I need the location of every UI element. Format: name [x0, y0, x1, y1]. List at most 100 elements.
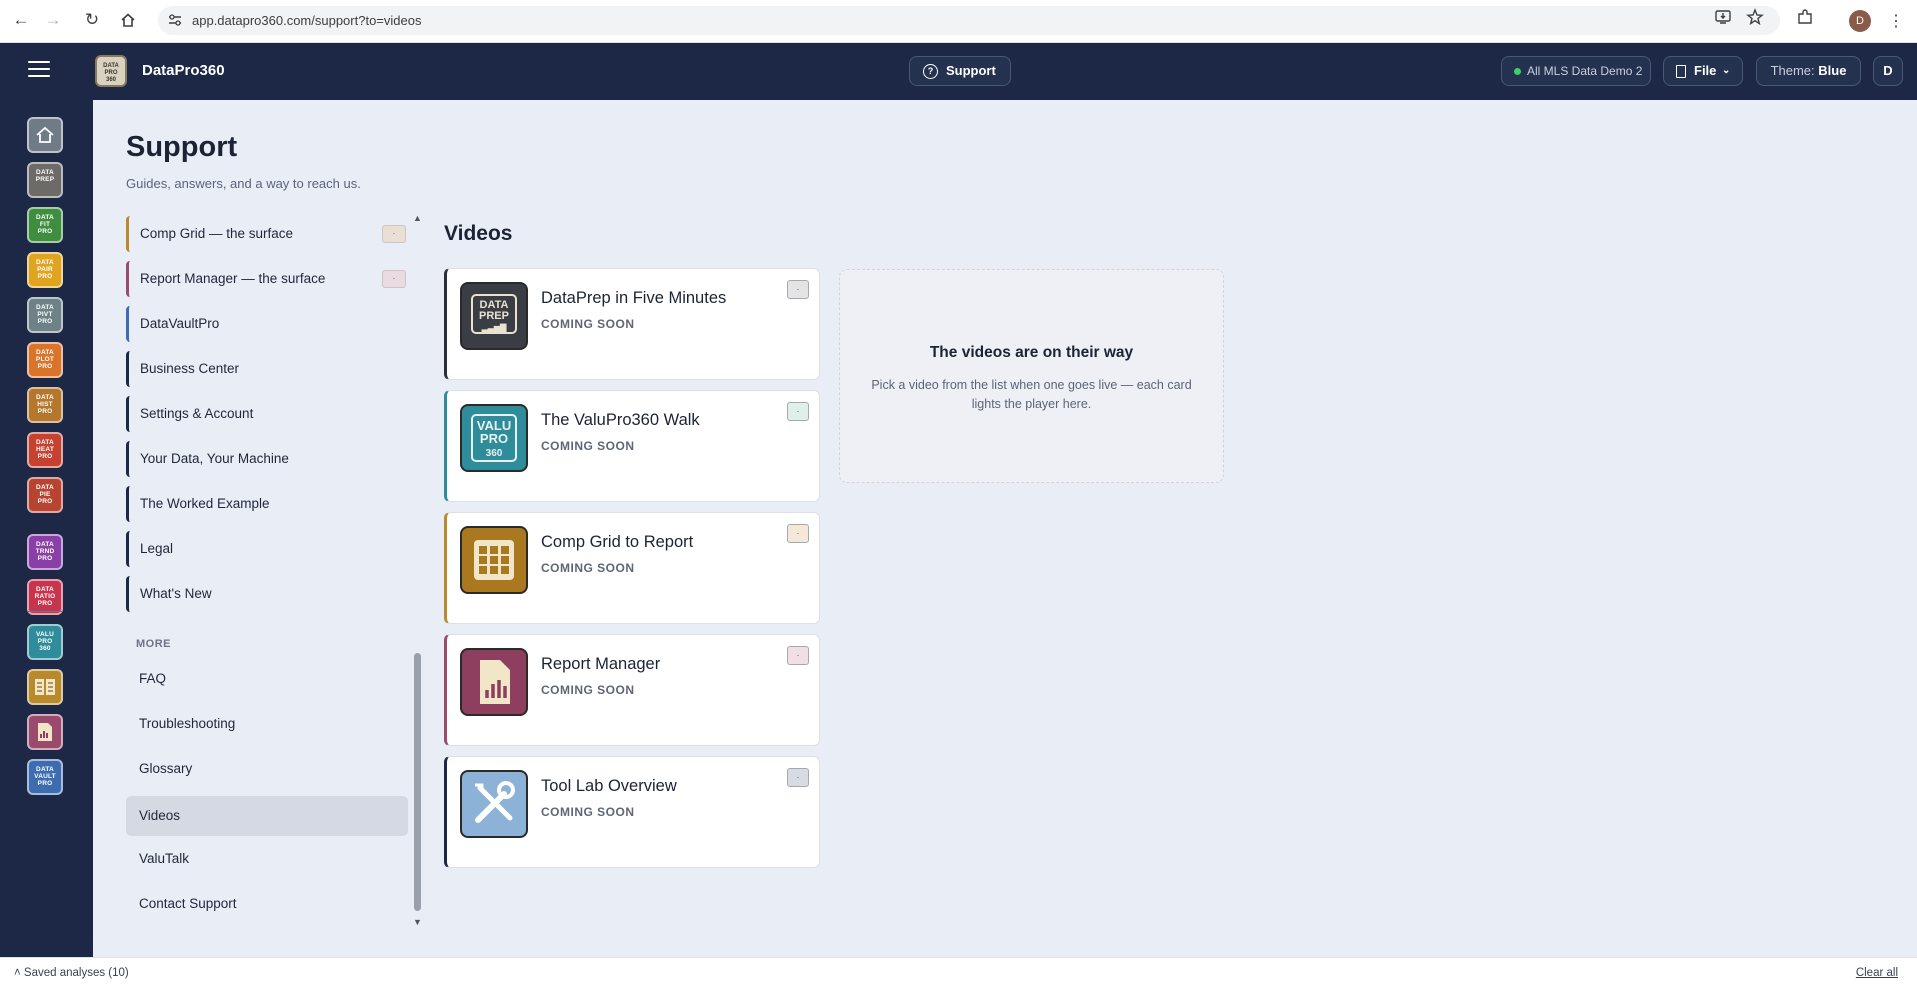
support-button[interactable]: ? Support	[909, 56, 1011, 86]
video-card[interactable]: Report Manager COMING SOON ·	[444, 634, 820, 746]
rail-tool-dataratio[interactable]: DATA RATIO PRO	[27, 579, 63, 615]
toc-item[interactable]: Settings & Account	[126, 396, 408, 432]
toc-item-label: What's New	[140, 586, 212, 601]
rail-tool-datapie[interactable]: DATA PIE PRO	[27, 477, 63, 513]
rail-tool-datatrnd[interactable]: DATA TRND PRO	[27, 534, 63, 570]
toc-more-item-valutalk[interactable]: ValuTalk	[126, 841, 408, 877]
dataset-selector[interactable]: All MLS Data Demo 2	[1501, 56, 1651, 86]
extensions-icon[interactable]	[1796, 8, 1814, 26]
file-label: File	[1694, 63, 1717, 78]
video-card-badge[interactable]: ·	[787, 402, 809, 421]
scroll-down-arrow-icon[interactable]: ▼	[413, 917, 422, 927]
rail-tool-datafit[interactable]: DATA FIT PRO	[27, 207, 63, 243]
rail-tool-datavault[interactable]: DATA VAULT PRO	[27, 759, 63, 795]
video-thumbnail	[460, 648, 528, 716]
toc-item[interactable]: What's New	[126, 576, 408, 612]
video-title: Report Manager	[541, 655, 661, 673]
scrollbar-thumb[interactable]	[414, 653, 421, 911]
video-card[interactable]: Tool Lab Overview COMING SOON ·	[444, 756, 820, 868]
toc-item-label: Comp Grid — the surface	[140, 226, 294, 241]
video-card[interactable]: VALU PRO 360 The ValuPro360 Walk COMING SOON…	[444, 390, 820, 502]
toc-item-label: Business Center	[140, 361, 240, 376]
videos-heading: Videos	[444, 222, 513, 245]
hamburger-menu-icon[interactable]	[28, 61, 50, 81]
site-settings-icon[interactable]	[168, 13, 182, 27]
app-header: DATA PRO 360 DataPro360 ? Support All MLS …	[0, 43, 1917, 100]
toc-more-item-faq[interactable]: FAQ	[126, 661, 408, 697]
toc-item[interactable]: Business Center	[126, 351, 408, 387]
saved-analyses-label: Saved analyses (10)	[23, 967, 129, 979]
back-icon[interactable]: ←	[10, 9, 32, 31]
video-thumbnail	[460, 526, 528, 594]
browser-menu-icon[interactable]: ⋮	[1888, 11, 1904, 31]
page-subtitle: Guides, answers, and a way to reach us.	[126, 176, 361, 191]
toc-item[interactable]: Comp Grid — the surface ·	[126, 216, 408, 252]
toc-item-badge[interactable]: ·	[382, 270, 406, 288]
toc-more-item-glossary[interactable]: Glossary	[126, 751, 408, 787]
video-card-badge[interactable]: ·	[787, 524, 809, 543]
rail-tool-dataheat[interactable]: DATA HEAT PRO	[27, 432, 63, 468]
scroll-up-arrow-icon[interactable]: ▲	[413, 213, 422, 223]
toc-item[interactable]: Legal	[126, 531, 408, 567]
dataset-label: All MLS Data Demo 2	[1527, 64, 1643, 78]
toc-more-item-videos[interactable]: Videos	[126, 796, 408, 836]
toc-more-item-contact-support[interactable]: Contact Support	[126, 886, 408, 922]
clear-all-link[interactable]: Clear all	[1856, 967, 1898, 979]
rail-tool-dataplot[interactable]: DATA PLOT PRO	[27, 342, 63, 378]
toc-item-badge[interactable]: ·	[382, 225, 406, 243]
video-status: COMING SOON	[541, 317, 635, 331]
video-card-badge[interactable]: ·	[787, 646, 809, 665]
address-bar[interactable]: app.datapro360.com/support?to=videos	[158, 6, 1780, 35]
toc-section-heading: MORE	[136, 638, 171, 650]
browser-toolbar: ← → ↻ app.datapro360.com/support?to=vide…	[0, 0, 1917, 43]
home-browser-icon[interactable]	[117, 9, 139, 31]
video-card[interactable]: Comp Grid to Report COMING SOON ·	[444, 512, 820, 624]
video-card-badge[interactable]: ·	[787, 280, 809, 299]
video-card-badge[interactable]: ·	[787, 768, 809, 787]
rail-tool-valupro[interactable]: VALU PRO 360	[27, 624, 63, 660]
rail-tool-datahist[interactable]: DATA HIST PRO	[27, 387, 63, 423]
url-text[interactable]: app.datapro360.com/support?to=videos	[192, 13, 421, 28]
video-card[interactable]: DATA PREP ▂▃▅▇ DataPrep in Five Minutes COMI…	[444, 268, 820, 380]
video-status: COMING SOON	[541, 805, 635, 819]
document-icon	[1676, 65, 1686, 78]
toc-item[interactable]: Your Data, Your Machine	[126, 441, 408, 477]
reload-icon[interactable]: ↻	[81, 9, 103, 31]
file-menu-button[interactable]: File ⌄	[1663, 56, 1743, 86]
support-toc: Comp Grid — the surface · Report Manager —…	[126, 215, 408, 930]
toc-item[interactable]: The Worked Example	[126, 486, 408, 522]
home-icon[interactable]	[27, 117, 63, 153]
theme-button[interactable]: Theme: Blue	[1756, 56, 1861, 86]
player-description: Pick a video from the list when one goes…	[871, 378, 1192, 411]
bookmark-star-icon[interactable]	[1746, 8, 1764, 26]
toc-scrollbar[interactable]: ▲ ▼	[411, 213, 425, 930]
rail-tool-datapair[interactable]: DATA PAIR PRO	[27, 252, 63, 288]
player-title: The videos are on their way	[929, 344, 1134, 361]
video-thumbnail: VALU PRO 360	[460, 404, 528, 472]
toc-item-label: The Worked Example	[140, 496, 270, 511]
video-status: COMING SOON	[541, 439, 635, 453]
theme-prefix: Theme:	[1770, 63, 1815, 78]
rail-separator	[28, 611, 62, 612]
rail-tool-dataprep[interactable]: DATA PREP	[27, 162, 63, 198]
rail-tool-reportmgr[interactable]	[27, 714, 63, 750]
rail-tool-datapivt[interactable]: DATA PIVT PRO	[27, 297, 63, 333]
video-player-placeholder: The videos are on their way Pick a video…	[839, 269, 1224, 483]
rail-tool-compgrid[interactable]	[27, 669, 63, 705]
toc-item-label: Your Data, Your Machine	[140, 451, 289, 466]
toc-item[interactable]: DataVaultPro	[126, 306, 408, 342]
tool-rail: DATA PREP DATA FIT PRO DATA PAIR PRO DATA PIVT PRO…	[0, 100, 93, 957]
video-title: Tool Lab Overview	[541, 777, 677, 795]
toc-more-item-troubleshooting[interactable]: Troubleshooting	[126, 706, 408, 742]
toc-item-label: Legal	[140, 541, 174, 556]
user-avatar-button[interactable]: D	[1873, 56, 1903, 86]
brand-logo: DATA PRO 360	[95, 55, 127, 87]
video-thumbnail: DATA PREP ▂▃▅▇	[460, 282, 528, 350]
browser-profile-avatar[interactable]: D	[1849, 10, 1871, 32]
toc-item[interactable]: Report Manager — the surface ·	[126, 261, 408, 297]
saved-analyses-bar: ˄ Saved analyses (10) Clear all	[0, 957, 1917, 989]
forward-icon[interactable]: →	[42, 9, 64, 31]
saved-analyses-toggle[interactable]: ˄ Saved analyses (10)	[14, 967, 129, 979]
install-app-icon[interactable]	[1714, 8, 1732, 26]
toc-item-label: Settings & Account	[140, 406, 254, 421]
